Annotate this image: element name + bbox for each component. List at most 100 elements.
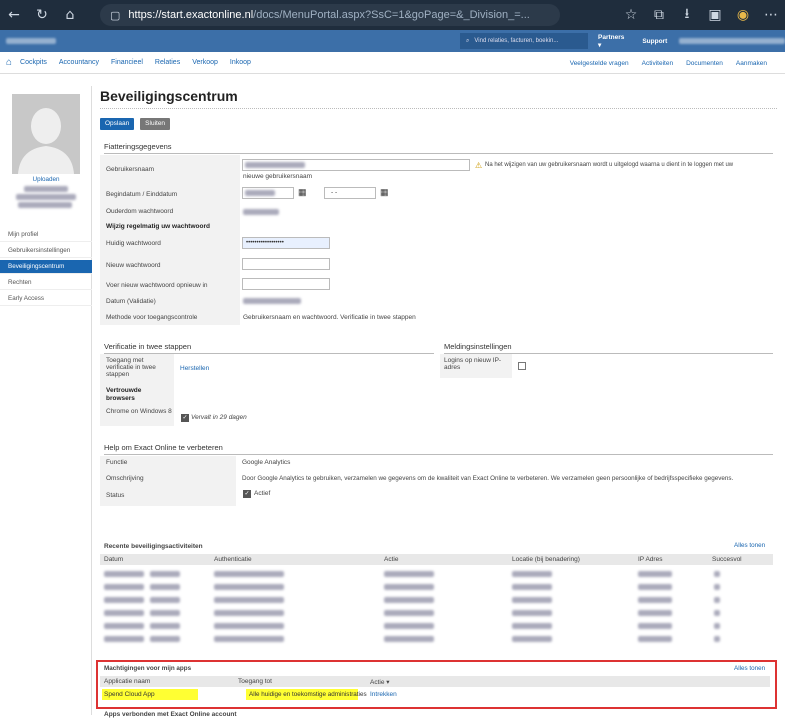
- apps-title: Machtigingen voor mijn apps: [104, 665, 192, 672]
- redacted-cell: [384, 623, 434, 629]
- more-icon[interactable]: ⋯: [757, 7, 785, 23]
- search-input[interactable]: ⌕ Vind relaties, facturen, boekin...: [460, 33, 588, 49]
- redacted-cell: [150, 636, 180, 642]
- profile-icon[interactable]: ◉: [729, 7, 757, 23]
- validation-label: Datum (Validatie): [106, 298, 156, 305]
- calendar-icon[interactable]: ▦: [298, 187, 307, 198]
- expires-text: Vervalt in 29 dagen: [191, 414, 247, 421]
- menu-faq[interactable]: Veelgestelde vragen: [570, 60, 629, 67]
- redacted-cell: [150, 571, 180, 577]
- col-app-action[interactable]: Actie ▾: [370, 678, 390, 686]
- revoke-link[interactable]: Intrekken: [370, 691, 397, 698]
- activity-show-all-link[interactable]: Alles tonen: [734, 542, 765, 549]
- partners-menu[interactable]: Partners ▾: [598, 34, 628, 49]
- redacted-cell: [638, 597, 672, 603]
- redacted-cell: [638, 571, 672, 577]
- trusted-browser-chrome: Chrome on Windows 8: [106, 408, 172, 415]
- sidebar: Uploaden Mijn profiel Gebruikersinstelli…: [0, 86, 92, 715]
- main-content: Beveiligingscentrum Opslaan Sluiten: [100, 86, 777, 130]
- sidebar-item-security[interactable]: Beveiligingscentrum: [0, 260, 92, 274]
- activity-title: Recente beveiligingsactiviteiten: [104, 543, 203, 550]
- col-action: Actie: [384, 556, 399, 563]
- ip-login-label: Logins op nieuw IP-adres: [444, 357, 502, 371]
- menu-financieel[interactable]: Financieel: [111, 59, 143, 66]
- end-date-field[interactable]: - -: [324, 187, 376, 199]
- sidebar-item-early-access[interactable]: Early Access: [0, 292, 92, 306]
- upload-link[interactable]: Uploaden: [0, 176, 92, 183]
- user-detail: [18, 202, 72, 208]
- save-button[interactable]: Opslaan: [100, 118, 135, 130]
- restore-link[interactable]: Herstellen: [180, 365, 209, 372]
- company-selector[interactable]: [6, 38, 56, 44]
- sidebar-item-rights[interactable]: Rechten: [0, 276, 92, 290]
- col-auth: Authenticatie: [214, 556, 252, 563]
- menu-activiteiten[interactable]: Activiteiten: [642, 60, 673, 67]
- app-name: Spend Cloud App: [104, 691, 155, 698]
- status-checkbox[interactable]: ✓: [243, 490, 251, 498]
- url-bar[interactable]: ▢ https://start.exactonline.nl /docs/Men…: [100, 4, 560, 26]
- redacted-cell: [150, 623, 180, 629]
- menu-verkoop[interactable]: Verkoop: [192, 59, 218, 66]
- support-link[interactable]: Support: [642, 38, 667, 45]
- start-date-field[interactable]: [242, 187, 294, 199]
- validation-value: [243, 298, 301, 304]
- app-topbar: ⌕ Vind relaties, facturen, boekin... Par…: [0, 30, 785, 52]
- redacted-cell: [214, 571, 284, 577]
- redacted-cell: [512, 597, 552, 603]
- main-menu: ⌂ Cockpits Accountancy Financieel Relati…: [0, 52, 785, 74]
- refresh-icon[interactable]: ↻: [28, 7, 56, 23]
- redacted-cell: [512, 571, 552, 577]
- function-label: Functie: [106, 459, 128, 466]
- new-pw-field[interactable]: [242, 258, 330, 270]
- username-field[interactable]: [242, 159, 470, 171]
- menu-inkoop[interactable]: Inkoop: [230, 59, 251, 66]
- sidebar-item-profile[interactable]: Mijn profiel: [0, 228, 92, 242]
- user-menu[interactable]: [679, 38, 785, 44]
- section-notifications: Meldingsinstellingen: [444, 342, 773, 354]
- current-pw-field[interactable]: ••••••••••••••••••: [242, 237, 330, 249]
- home-icon[interactable]: ⌂: [6, 57, 12, 68]
- menu-accountancy[interactable]: Accountancy: [59, 59, 99, 66]
- method-label: Methode voor toegangscontrole: [106, 314, 198, 321]
- redacted-cell: [214, 623, 284, 629]
- favorites-icon[interactable]: ☆: [617, 7, 645, 23]
- home-icon[interactable]: ⌂: [56, 7, 84, 23]
- menu-cockpits[interactable]: Cockpits: [20, 59, 47, 66]
- sidebar-item-user-settings[interactable]: Gebruikersinstellingen: [0, 244, 92, 258]
- page-title: Beveiligingscentrum: [100, 88, 238, 104]
- back-icon[interactable]: ←: [0, 7, 28, 23]
- redacted-cell: [104, 584, 144, 590]
- change-pw-heading: Wijzig regelmatig uw wachtwoord: [106, 223, 210, 230]
- col-success: Succesvol: [712, 556, 742, 563]
- redacted-cell: [512, 623, 552, 629]
- menu-relaties[interactable]: Relaties: [155, 59, 180, 66]
- apps-show-all-link[interactable]: Alles tonen: [734, 665, 765, 672]
- col-date: Datum: [104, 556, 124, 563]
- calendar-icon[interactable]: ▦: [380, 187, 389, 198]
- avatar: [12, 94, 80, 174]
- pw-age-label: Ouderdom wachtwoord: [106, 208, 174, 215]
- section-fiattering: Fiatteringsgegevens: [104, 142, 773, 154]
- download-icon[interactable]: ⭳: [673, 3, 701, 27]
- url-path: /docs/MenuPortal.aspx?SsC=1&goPage=&_Div…: [253, 9, 530, 21]
- menu-aanmaken[interactable]: Aanmaken: [736, 60, 767, 67]
- redacted-cell: [714, 636, 720, 642]
- redacted-cell: [150, 610, 180, 616]
- repeat-pw-field[interactable]: [242, 278, 330, 290]
- close-button[interactable]: Sluiten: [140, 118, 171, 130]
- activity-table-header: [100, 554, 773, 565]
- redacted-cell: [104, 571, 144, 577]
- url-host: https://start.exactonline.nl: [128, 9, 254, 21]
- repeat-pw-label: Voer nieuw wachtwoord opnieuw in: [106, 282, 208, 289]
- redacted-cell: [384, 636, 434, 642]
- extension-icon[interactable]: ▣: [701, 7, 729, 23]
- redacted-cell: [384, 597, 434, 603]
- search-icon: ⌕: [466, 37, 470, 44]
- ip-login-checkbox[interactable]: [518, 362, 526, 370]
- username-label: Gebruikersnaam: [106, 166, 155, 173]
- redacted-cell: [512, 584, 552, 590]
- collections-icon[interactable]: ⧉: [645, 7, 673, 23]
- menu-documenten[interactable]: Documenten: [686, 60, 723, 67]
- current-pw-label: Huidig wachtwoord: [106, 240, 161, 247]
- expires-checkbox[interactable]: ✓: [181, 414, 189, 422]
